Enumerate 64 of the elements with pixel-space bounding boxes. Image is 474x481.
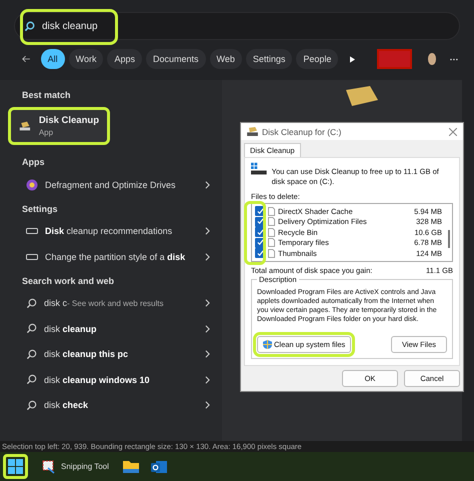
chevron-right-icon [205, 324, 210, 333]
more-icon[interactable] [450, 58, 458, 60]
result-text: Disk cleanup recommendations [45, 226, 174, 236]
scrollbar[interactable] [448, 230, 450, 248]
search-icon [26, 298, 37, 309]
folder-icon[interactable] [122, 460, 139, 473]
result-item[interactable]: Disk cleanup recommendations [0, 218, 222, 244]
back-arrow-icon[interactable] [22, 54, 31, 64]
chevron-right-icon [205, 376, 210, 384]
disk-cleanup-icon [19, 119, 31, 133]
result-item[interactable]: disk c- See work and web results [0, 290, 222, 316]
result-text: disk check [44, 400, 90, 410]
search-icon [26, 323, 37, 334]
play-icon[interactable] [350, 54, 356, 64]
avatar[interactable] [428, 53, 436, 65]
filter-tab[interactable]: Apps [107, 49, 142, 69]
drive-icon [251, 161, 267, 177]
filter-tab[interactable]: Work [68, 49, 104, 69]
search-icon [26, 348, 37, 360]
result-text: Defragment and Optimize Drives [45, 180, 177, 190]
section-heading: Settings [21, 202, 59, 216]
section-heading: Apps [21, 156, 46, 169]
drive-icon [26, 228, 38, 234]
result-item[interactable]: Defragment and Optimize Drives [0, 172, 222, 198]
close-icon[interactable] [449, 128, 457, 136]
defrag-icon [26, 178, 38, 191]
result-item[interactable]: disk cleanup windows 10 [0, 367, 222, 392]
search-icon [26, 374, 37, 386]
section-heading: Search work and web [21, 274, 116, 288]
best-match-item[interactable]: Disk Cleanup App [8, 107, 110, 145]
result-text: disk cleanup [44, 324, 98, 334]
filter-tab[interactable]: All [40, 49, 65, 69]
chevron-right-icon [205, 180, 210, 189]
result-item[interactable]: Change the partition style of a disk [0, 244, 222, 270]
start-button[interactable] [3, 454, 28, 479]
search-field[interactable]: disk cleanup [14, 12, 460, 40]
result-text: disk cleanup windows 10 [44, 374, 151, 385]
section-heading: Best match [21, 89, 72, 102]
window-title: Disk Cleanup for (C:) [262, 126, 342, 136]
drive-icon [26, 254, 38, 260]
result-item[interactable]: disk cleanup [0, 316, 222, 342]
shield-icon [263, 340, 272, 348]
filter-tab[interactable]: People [296, 49, 338, 69]
mail-icon[interactable] [150, 460, 167, 474]
chevron-right-icon [205, 227, 210, 236]
result-text: disk cleanup this pc [44, 349, 130, 360]
snipping-tool-icon [42, 460, 56, 474]
filter-tab[interactable]: Web [210, 49, 242, 69]
chevron-right-icon [205, 350, 210, 358]
app-title: Disk Cleanup [38, 115, 99, 126]
result-item[interactable]: disk check [0, 392, 222, 418]
taskbar-app[interactable]: Snipping Tool [40, 458, 111, 476]
result-text: disk c- See work and web results [44, 298, 165, 308]
app-type: App [38, 128, 54, 137]
result-text: Change the partition style of a disk [45, 252, 186, 262]
windows-logo-icon [8, 459, 23, 474]
disk-cleanup-icon [247, 127, 258, 136]
filter-tab[interactable]: Settings [246, 49, 292, 69]
result-item[interactable]: disk cleanup this pc [0, 342, 222, 367]
search-icon [26, 400, 37, 411]
chevron-right-icon [205, 252, 210, 261]
filter-tab[interactable]: Documents [146, 49, 206, 69]
chevron-right-icon [205, 401, 210, 410]
chevron-right-icon [205, 299, 210, 308]
